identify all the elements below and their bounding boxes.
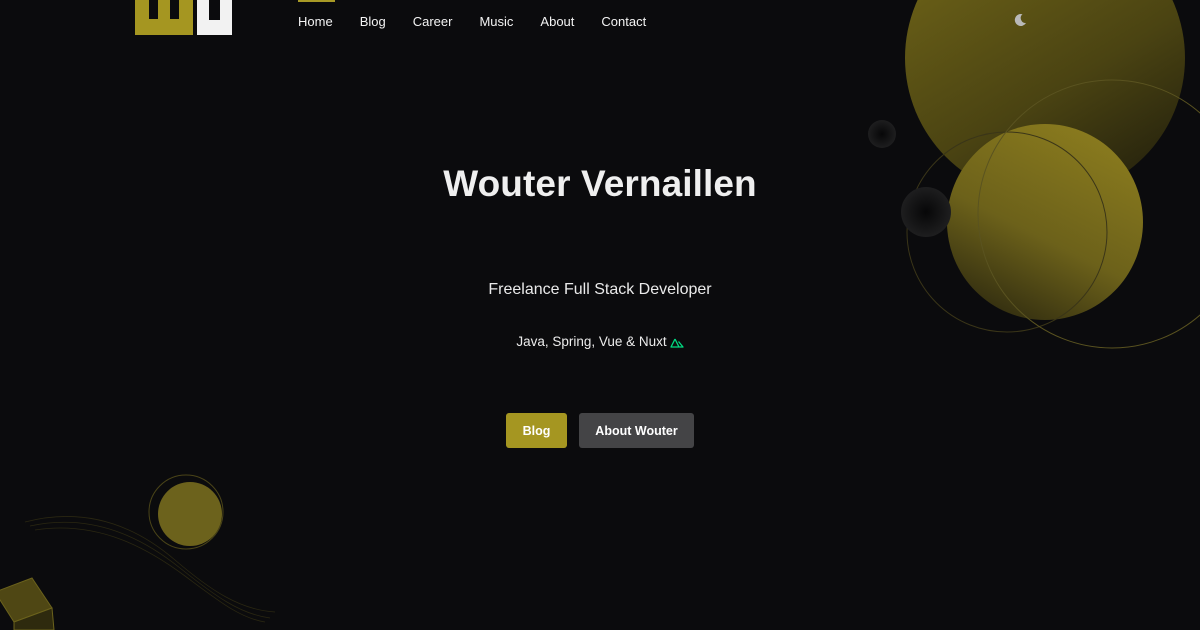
bottom-ring-decoration bbox=[148, 474, 224, 550]
cube-decoration bbox=[0, 577, 55, 630]
nav-item-blog[interactable]: Blog bbox=[360, 14, 386, 30]
page-title: Wouter Vernaillen bbox=[443, 163, 757, 204]
blog-button[interactable]: Blog bbox=[506, 413, 567, 448]
wave-lines-decoration bbox=[24, 516, 276, 623]
ring-decoration-large bbox=[977, 79, 1200, 349]
bottom-circle-decoration bbox=[158, 482, 222, 546]
wv-logo-icon[interactable] bbox=[135, 0, 232, 35]
small-dark-orb-decoration bbox=[868, 120, 896, 148]
main-nav: Home Blog Career Music About Contact bbox=[298, 0, 673, 30]
nav-item-music[interactable]: Music bbox=[479, 14, 513, 30]
moon-icon[interactable] bbox=[1012, 12, 1028, 28]
nuxt-icon bbox=[670, 336, 684, 351]
nav-item-home[interactable]: Home bbox=[298, 0, 335, 30]
hero-subtitle: Freelance Full Stack Developer bbox=[488, 281, 712, 298]
nav-item-career[interactable]: Career bbox=[413, 14, 453, 30]
nav-item-about[interactable]: About bbox=[540, 14, 574, 30]
tech-stack-line: Java, Spring, Vue & Nuxt bbox=[0, 334, 1200, 351]
background-decoration bbox=[0, 0, 1200, 630]
nav-item-contact[interactable]: Contact bbox=[601, 14, 646, 30]
about-wouter-button[interactable]: About Wouter bbox=[579, 413, 694, 448]
ring-decoration bbox=[906, 131, 1108, 333]
tech-stack-text: Java, Spring, Vue & Nuxt bbox=[516, 334, 667, 349]
